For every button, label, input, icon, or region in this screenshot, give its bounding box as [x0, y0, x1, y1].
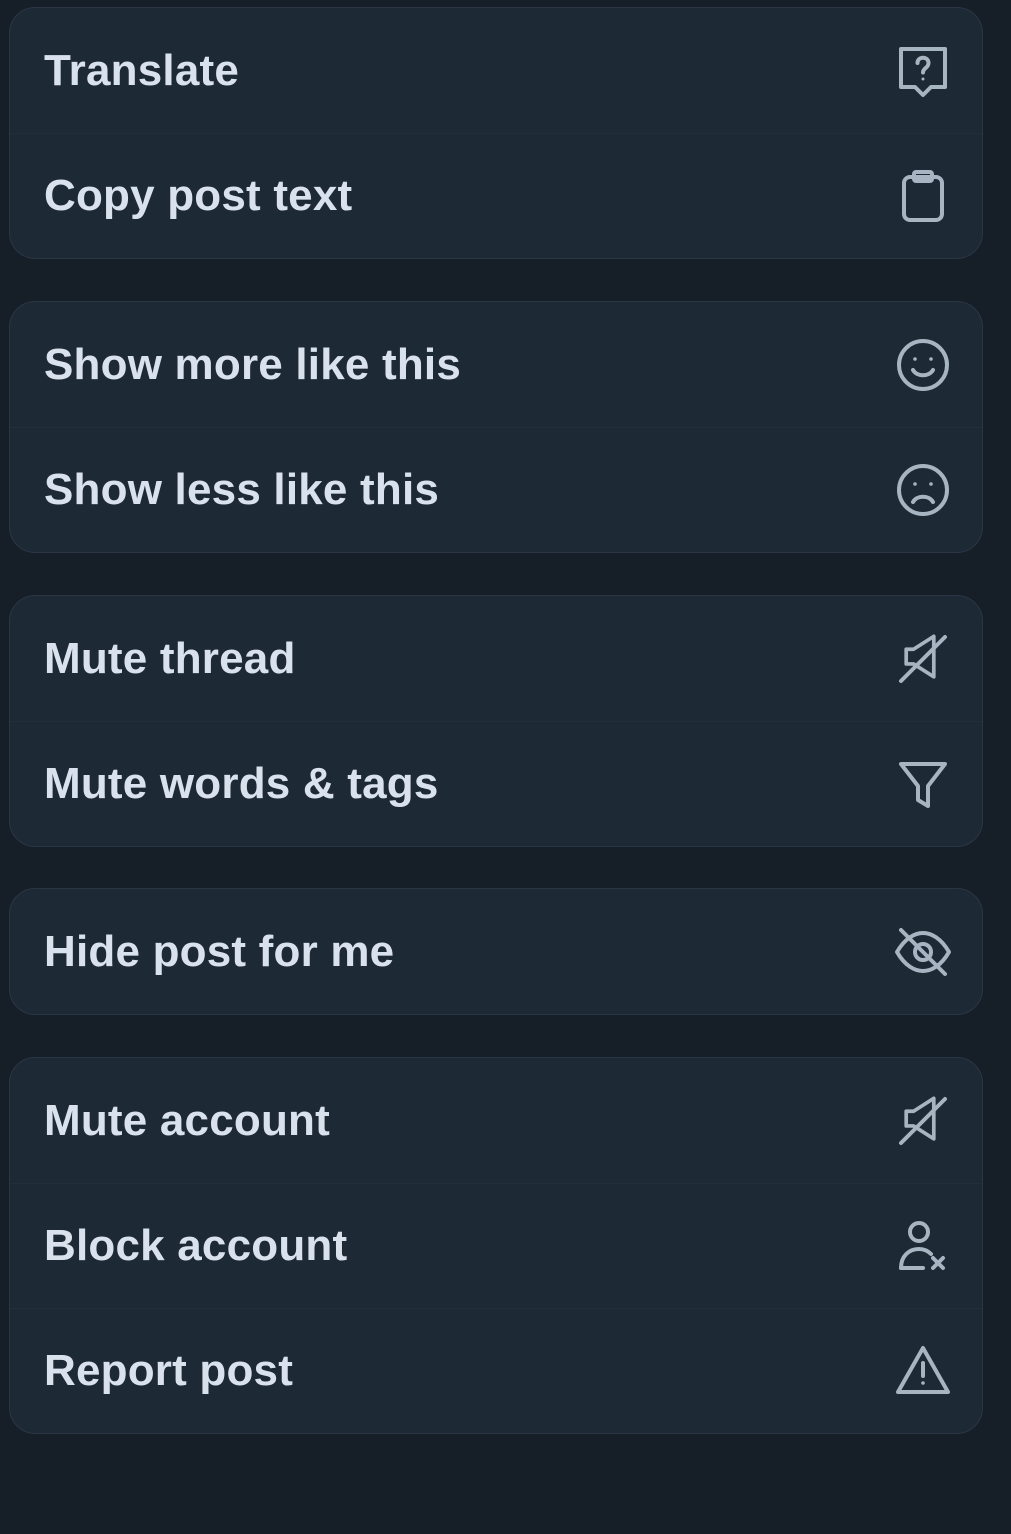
mute-words-tags-menu-item[interactable]: Mute words & tags	[10, 721, 982, 846]
frown-icon	[893, 460, 953, 520]
show-more-like-this-label: Show more like this	[44, 339, 462, 389]
filter-funnel-icon	[893, 754, 953, 814]
speaker-muted-icon	[893, 629, 953, 689]
report-post-label: Report post	[44, 1346, 294, 1395]
copy-post-text-label: Copy post text	[44, 171, 353, 220]
menu-group-2: Show more like this Show less like this	[9, 301, 983, 553]
menu-group-1: Translate Copy post text	[9, 7, 983, 259]
hide-post-menu-item[interactable]: Hide post for me	[10, 889, 982, 1014]
menu-group-5: Mute account Block account Report post	[9, 1057, 983, 1434]
show-less-like-this-menu-item[interactable]: Show less like this	[10, 427, 982, 552]
mute-account-label: Mute account	[44, 1095, 330, 1145]
hide-post-label: Hide post for me	[44, 926, 395, 976]
mute-thread-menu-item[interactable]: Mute thread	[10, 596, 982, 721]
menu-group-4: Hide post for me	[9, 888, 983, 1015]
smile-icon	[893, 335, 953, 395]
block-account-label: Block account	[44, 1221, 348, 1270]
menu-group-3: Mute thread Mute words & tags	[9, 595, 983, 847]
mute-account-menu-item[interactable]: Mute account	[10, 1058, 982, 1183]
mute-thread-label: Mute thread	[44, 633, 296, 683]
eye-slash-icon	[893, 922, 953, 982]
mute-words-tags-label: Mute words & tags	[44, 759, 439, 808]
translate-menu-item[interactable]: Translate	[10, 8, 982, 133]
show-less-like-this-label: Show less like this	[44, 465, 440, 514]
speaker-muted-icon	[893, 1091, 953, 1151]
block-account-menu-item[interactable]: Block account	[10, 1183, 982, 1308]
clipboard-icon	[893, 166, 953, 226]
show-more-like-this-menu-item[interactable]: Show more like this	[10, 302, 982, 427]
warning-triangle-icon	[893, 1341, 953, 1401]
report-post-menu-item[interactable]: Report post	[10, 1308, 982, 1433]
translate-bubble-question-icon	[893, 41, 953, 101]
copy-post-text-menu-item[interactable]: Copy post text	[10, 133, 982, 258]
person-x-icon	[893, 1216, 953, 1276]
translate-label: Translate	[44, 45, 240, 95]
